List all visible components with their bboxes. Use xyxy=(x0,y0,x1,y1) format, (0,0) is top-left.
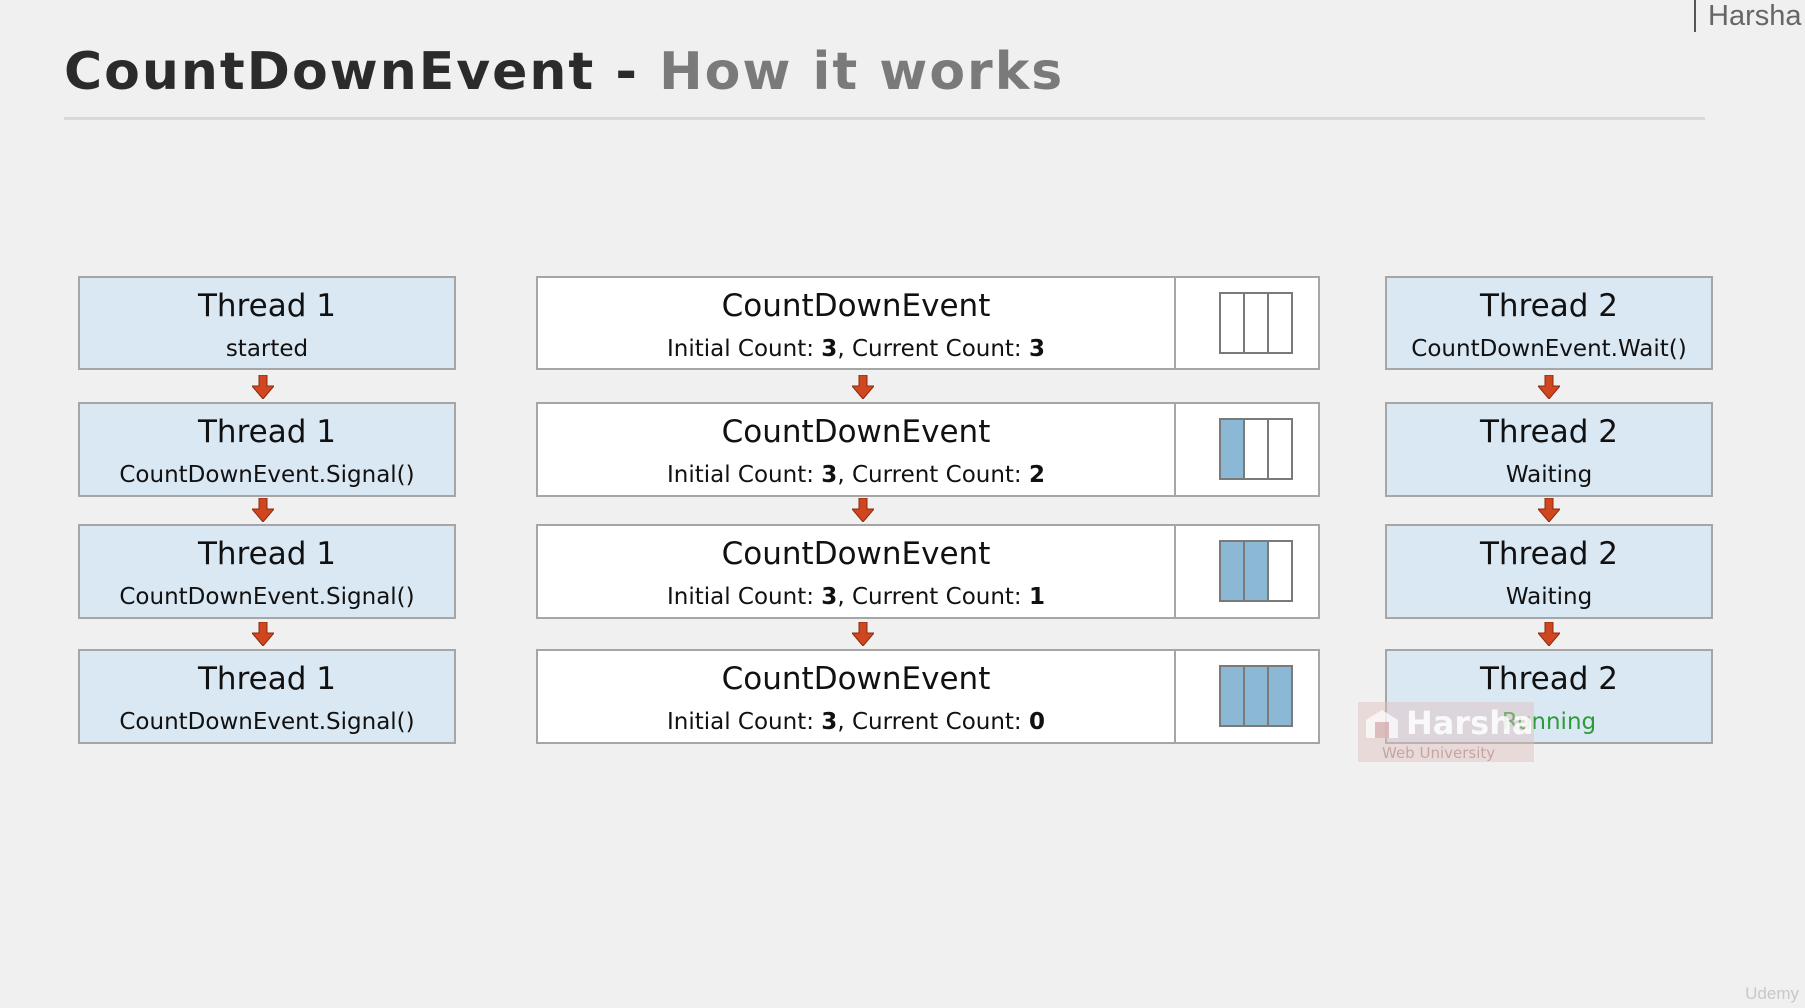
thread2-step-1: Thread 2 CountDownEvent.Wait() xyxy=(1385,276,1713,370)
countdown-step-4: CountDownEvent Initial Count: 3, Current… xyxy=(536,649,1320,744)
initial-count-value: 3 xyxy=(821,462,838,488)
count-slot-filled xyxy=(1221,667,1245,725)
countdown-step-1-name: CountDownEvent xyxy=(721,288,991,324)
thread1-step-2: Thread 1 CountDownEvent.Signal() xyxy=(78,402,456,497)
count-slot-filled xyxy=(1245,542,1269,600)
count-slot-filled xyxy=(1221,542,1245,600)
count-separator: , xyxy=(837,584,852,610)
count-slot-empty xyxy=(1245,294,1269,352)
arrow-down-icon xyxy=(1538,498,1560,522)
countdown-step-3-text: CountDownEvent Initial Count: 3, Current… xyxy=(538,526,1176,617)
count-separator: , xyxy=(837,709,852,735)
countdown-step-3-name: CountDownEvent xyxy=(721,536,991,572)
thread1-step-4: Thread 1 CountDownEvent.Signal() xyxy=(78,649,456,744)
countdown-step-2: CountDownEvent Initial Count: 3, Current… xyxy=(536,402,1320,497)
initial-count-label: Initial Count: xyxy=(666,584,822,610)
thread2-step-2-name: Thread 2 xyxy=(1480,414,1618,450)
current-count-label: Current Count: xyxy=(851,462,1029,488)
count-slot-empty xyxy=(1269,420,1291,478)
arrow-down-icon xyxy=(1538,375,1560,399)
thread1-step-3: Thread 1 CountDownEvent.Signal() xyxy=(78,524,456,619)
count-separator: , xyxy=(837,462,852,488)
initial-count-value: 3 xyxy=(821,584,838,610)
count-slot-filled xyxy=(1245,667,1269,725)
watermark-subtitle: Web University xyxy=(1382,744,1496,762)
thread1-step-2-status: CountDownEvent.Signal() xyxy=(119,462,415,488)
current-count-value: 1 xyxy=(1029,584,1046,610)
thread1-step-1-name: Thread 1 xyxy=(198,288,336,324)
count-separator: , xyxy=(837,336,852,362)
arrow-down-icon xyxy=(852,622,874,646)
count-slot-empty xyxy=(1221,294,1245,352)
thread1-step-3-status: CountDownEvent.Signal() xyxy=(119,584,415,610)
thread2-step-3-name: Thread 2 xyxy=(1480,536,1618,572)
countdown-step-4-counts: Initial Count: 3, Current Count: 0 xyxy=(538,709,1174,735)
current-count-label: Current Count: xyxy=(851,709,1029,735)
arrow-down-icon xyxy=(1538,622,1560,646)
brand-label: Harsha xyxy=(1694,0,1802,32)
countdown-step-1: CountDownEvent Initial Count: 3, Current… xyxy=(536,276,1320,370)
countdown-step-3-slots xyxy=(1219,540,1293,602)
title-separator: - xyxy=(615,42,639,102)
page-title: CountDownEvent - How it works xyxy=(64,42,1064,102)
countdown-step-4-text: CountDownEvent Initial Count: 3, Current… xyxy=(538,651,1176,742)
title-subtitle: How it works xyxy=(659,42,1065,102)
current-count-value: 0 xyxy=(1029,709,1046,735)
thread2-step-4-name: Thread 2 xyxy=(1480,661,1618,697)
countdown-step-1-counts: Initial Count: 3, Current Count: 3 xyxy=(538,336,1174,362)
countdown-step-2-name: CountDownEvent xyxy=(721,414,991,450)
countdown-step-1-slots xyxy=(1219,292,1293,354)
thread2-step-1-status: CountDownEvent.Wait() xyxy=(1411,336,1687,362)
count-slot-empty xyxy=(1245,420,1269,478)
countdown-step-2-text: CountDownEvent Initial Count: 3, Current… xyxy=(538,404,1176,495)
initial-count-label: Initial Count: xyxy=(666,336,822,362)
watermark-name: Harsha xyxy=(1406,704,1534,742)
title-divider xyxy=(64,117,1705,120)
count-slot-empty xyxy=(1269,294,1291,352)
countdown-step-3: CountDownEvent Initial Count: 3, Current… xyxy=(536,524,1320,619)
udemy-watermark: Udemy xyxy=(1745,984,1799,1003)
initial-count-value: 3 xyxy=(821,336,838,362)
countdown-step-1-text: CountDownEvent Initial Count: 3, Current… xyxy=(538,278,1176,368)
initial-count-label: Initial Count: xyxy=(666,709,822,735)
initial-count-value: 3 xyxy=(821,709,838,735)
arrow-down-icon xyxy=(252,375,274,399)
thread2-step-3: Thread 2 Waiting xyxy=(1385,524,1713,619)
title-main: CountDownEvent xyxy=(64,42,596,102)
thread1-step-4-status: CountDownEvent.Signal() xyxy=(119,709,415,735)
countdown-step-3-counts: Initial Count: 3, Current Count: 1 xyxy=(538,584,1174,610)
thread1-step-3-name: Thread 1 xyxy=(198,536,336,572)
arrow-down-icon xyxy=(852,498,874,522)
watermark-logo: Harsha Web University xyxy=(1358,702,1534,762)
count-slot-filled xyxy=(1221,420,1245,478)
count-slot-empty xyxy=(1269,542,1291,600)
count-slot-filled xyxy=(1269,667,1291,725)
thread2-step-2: Thread 2 Waiting xyxy=(1385,402,1713,497)
thread2-step-1-name: Thread 2 xyxy=(1480,288,1618,324)
thread1-step-1: Thread 1 started xyxy=(78,276,456,370)
initial-count-label: Initial Count: xyxy=(666,462,822,488)
thread2-step-2-status: Waiting xyxy=(1505,462,1593,488)
arrow-down-icon xyxy=(252,498,274,522)
thread1-step-4-name: Thread 1 xyxy=(198,661,336,697)
current-count-value: 3 xyxy=(1029,336,1046,362)
thread1-step-2-name: Thread 1 xyxy=(198,414,336,450)
countdown-step-2-slots xyxy=(1219,418,1293,480)
current-count-label: Current Count: xyxy=(851,584,1029,610)
countdown-step-2-counts: Initial Count: 3, Current Count: 2 xyxy=(538,462,1174,488)
countdown-step-4-slots xyxy=(1219,665,1293,727)
countdown-step-4-name: CountDownEvent xyxy=(721,661,991,697)
current-count-value: 2 xyxy=(1029,462,1046,488)
thread2-step-3-status: Waiting xyxy=(1505,584,1593,610)
current-count-label: Current Count: xyxy=(851,336,1029,362)
arrow-down-icon xyxy=(852,375,874,399)
logo-icon xyxy=(1366,710,1398,738)
thread1-step-1-status: started xyxy=(225,336,309,362)
arrow-down-icon xyxy=(252,622,274,646)
